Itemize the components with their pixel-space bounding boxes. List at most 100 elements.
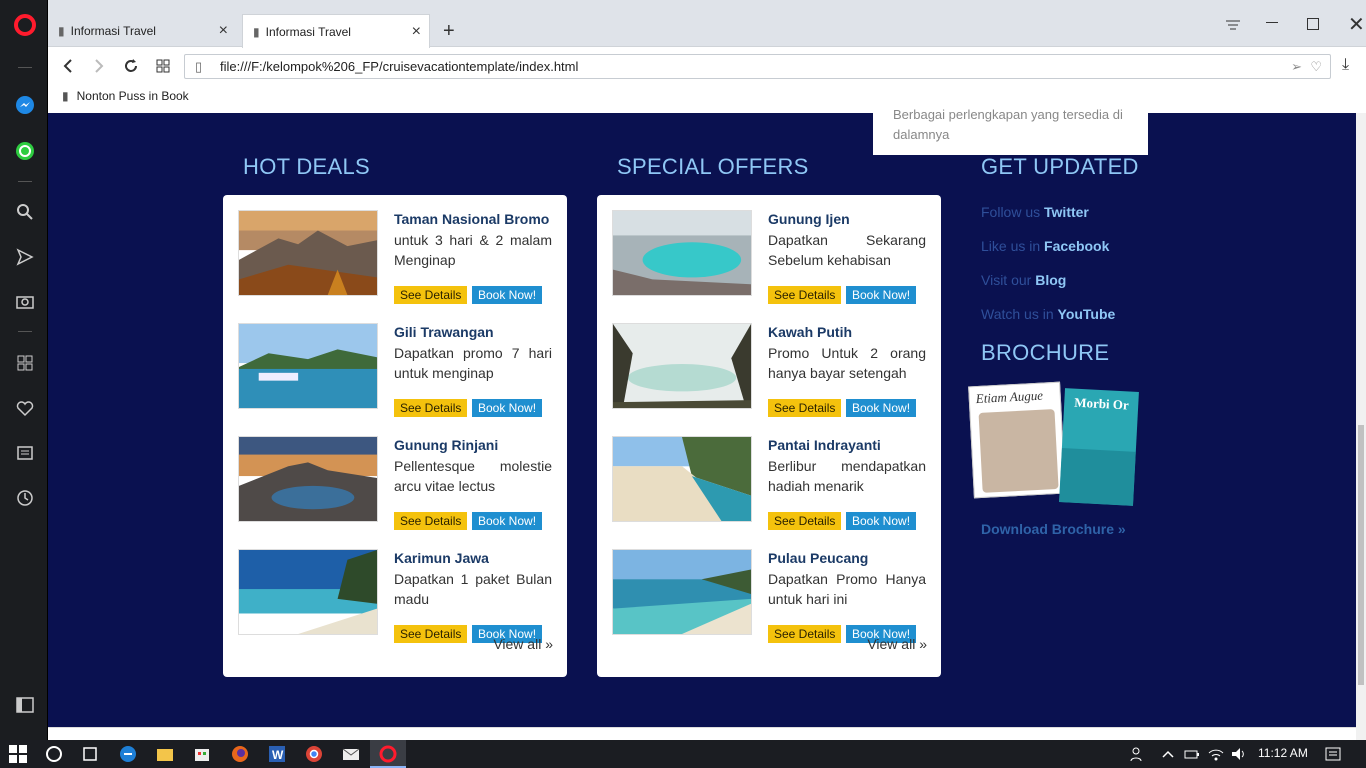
cover-photo	[1059, 448, 1136, 506]
offer-title[interactable]: Pantai Indrayanti	[768, 436, 928, 454]
book-now-button[interactable]: Book Now!	[846, 399, 917, 417]
clock-time[interactable]: 11:12 AM	[1258, 746, 1308, 760]
brochure-cover-2[interactable]: Morbi Or	[1059, 388, 1139, 506]
deal-description: untuk 3 hari & 2 malam Menginap	[394, 232, 552, 268]
opera-taskbar-button[interactable]	[370, 740, 406, 768]
messenger-icon[interactable]	[14, 94, 36, 116]
link-prefix: Follow us	[981, 204, 1045, 220]
deal-title[interactable]: Taman Nasional Bromo	[394, 210, 554, 228]
task-view-icon[interactable]	[81, 745, 99, 763]
see-details-button[interactable]: See Details	[768, 512, 842, 530]
deal-title[interactable]: Gunung Rinjani	[394, 436, 554, 454]
see-details-button[interactable]: See Details	[394, 625, 468, 643]
camera-icon[interactable]	[14, 290, 36, 312]
download-icon[interactable]: ⤓	[1342, 56, 1349, 74]
wifi-icon[interactable]	[1207, 745, 1225, 763]
get-updated-heading: GET UPDATED	[981, 154, 1139, 179]
tab-menu-icon[interactable]	[1225, 18, 1241, 37]
offer-title[interactable]: Pulau Peucang	[768, 549, 928, 567]
speed-dial-icon[interactable]	[14, 352, 36, 374]
back-button[interactable]	[58, 56, 78, 76]
deal-title[interactable]: Karimun Jawa	[394, 549, 554, 567]
heart-icon[interactable]	[14, 397, 36, 419]
bookmark-heart-icon[interactable]: ♡	[1310, 55, 1322, 78]
peucang-image[interactable]	[612, 549, 752, 635]
kawah-putih-image[interactable]	[612, 323, 752, 409]
offer-description: Promo Untuk 2 orang hanya bayar setengah	[768, 345, 926, 381]
view-all-link[interactable]: View all »	[867, 636, 927, 652]
search-icon[interactable]	[14, 201, 36, 223]
maximize-button[interactable]	[1307, 18, 1319, 30]
book-now-button[interactable]: Book Now!	[846, 512, 917, 530]
offer-description: Dapatkan Sekarang Sebelum kehabisan	[768, 232, 926, 268]
edge-icon[interactable]	[119, 745, 137, 763]
bromo-image[interactable]	[238, 210, 378, 296]
tab-label: Informasi Travel	[70, 24, 156, 38]
see-details-button[interactable]: See Details	[394, 399, 468, 417]
people-icon[interactable]	[1129, 745, 1147, 763]
see-details-button[interactable]: See Details	[394, 512, 468, 530]
book-now-button[interactable]: Book Now!	[472, 512, 543, 530]
firefox-icon[interactable]	[231, 745, 249, 763]
cortana-icon[interactable]	[45, 745, 63, 763]
tabs-grid-icon[interactable]	[153, 56, 173, 76]
scrollbar-thumb[interactable]	[1358, 425, 1364, 685]
special-offers-heading: SPECIAL OFFERS	[617, 154, 809, 179]
opera-logo-icon[interactable]	[14, 14, 36, 36]
tab-informasi-travel-1[interactable]: ▮ Informasi Travel ×	[48, 14, 236, 48]
offer-item: Pantai Indrayanti Berlibur mendapatkan h…	[612, 436, 932, 536]
battery-icon[interactable]	[1183, 745, 1201, 763]
download-brochure-link[interactable]: Download Brochure »	[981, 521, 1126, 537]
facebook-link[interactable]: Like us in Facebook	[981, 238, 1109, 254]
svg-text:W: W	[272, 748, 284, 762]
offer-description: Berlibur mendapatkan hadiah menarik	[768, 458, 926, 494]
send-icon[interactable]	[14, 246, 36, 268]
forward-button[interactable]	[89, 56, 109, 76]
deal-title[interactable]: Gili Trawangan	[394, 323, 554, 341]
rinjani-image[interactable]	[238, 436, 378, 522]
mail-icon[interactable]	[342, 745, 360, 763]
address-bar[interactable]: ▯ file:///F:/kelompok%206_FP/cruisevacat…	[184, 54, 1331, 79]
chrome-icon[interactable]	[305, 745, 323, 763]
view-all-link[interactable]: View all »	[493, 636, 553, 652]
start-windows-icon[interactable]	[9, 745, 27, 763]
close-tab-icon[interactable]: ×	[219, 22, 228, 40]
word-icon[interactable]: W	[268, 745, 286, 763]
karimun-jawa-image[interactable]	[238, 549, 378, 635]
indrayanti-image[interactable]	[612, 436, 752, 522]
reload-button[interactable]	[121, 56, 141, 76]
close-tab-icon[interactable]: ×	[412, 23, 421, 41]
book-now-button[interactable]: Book Now!	[846, 286, 917, 304]
link-name: Twitter	[1044, 204, 1089, 220]
book-now-button[interactable]: Book Now!	[472, 286, 543, 304]
gili-trawangan-image[interactable]	[238, 323, 378, 409]
twitter-link[interactable]: Follow us Twitter	[981, 204, 1089, 220]
minimize-button[interactable]	[1266, 22, 1278, 23]
notifications-icon[interactable]	[1324, 745, 1342, 763]
youtube-link[interactable]: Watch us in YouTube	[981, 306, 1115, 322]
book-now-button[interactable]: Book Now!	[472, 399, 543, 417]
offer-title[interactable]: Gunung Ijen	[768, 210, 928, 228]
news-icon[interactable]	[14, 442, 36, 464]
bookmark-item[interactable]: ▮ Nonton Puss in Book	[62, 89, 189, 103]
volume-icon[interactable]	[1230, 745, 1248, 763]
send-page-icon[interactable]: ➢	[1291, 55, 1302, 78]
blog-link[interactable]: Visit our Blog	[981, 272, 1066, 288]
store-icon[interactable]	[193, 745, 211, 763]
file-explorer-icon[interactable]	[156, 745, 174, 763]
history-icon[interactable]	[14, 487, 36, 509]
see-details-button[interactable]: See Details	[394, 286, 468, 304]
sidebar-toggle-icon[interactable]	[14, 694, 36, 716]
offer-title[interactable]: Kawah Putih	[768, 323, 928, 341]
whatsapp-icon[interactable]	[14, 140, 36, 162]
url-text: file:///F:/kelompok%206_FP/cruisevacatio…	[220, 59, 579, 74]
tab-informasi-travel-2[interactable]: ▮ Informasi Travel ×	[242, 14, 430, 48]
close-window-button[interactable]: ✕	[1348, 12, 1365, 37]
see-details-button[interactable]: See Details	[768, 286, 842, 304]
new-tab-button[interactable]: +	[443, 20, 455, 43]
brochure-cover-1[interactable]: Etiam Augue	[968, 381, 1066, 499]
see-details-button[interactable]: See Details	[768, 625, 842, 643]
chevron-up-icon[interactable]	[1159, 745, 1177, 763]
see-details-button[interactable]: See Details	[768, 399, 842, 417]
ijen-image[interactable]	[612, 210, 752, 296]
